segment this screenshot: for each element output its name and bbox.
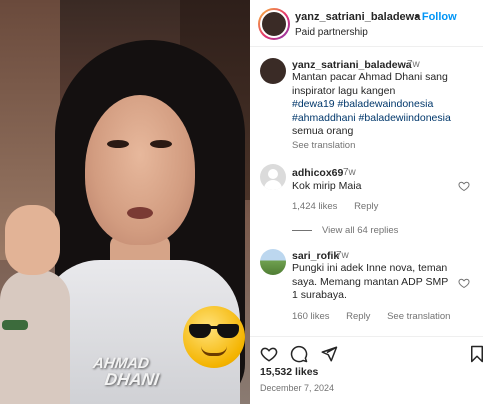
follow-separator: • <box>415 11 419 23</box>
person-eye-right <box>150 140 172 148</box>
comment-username[interactable]: sari_rofik <box>292 250 339 262</box>
bracelet <box>2 320 28 330</box>
follow-button[interactable]: • Follow <box>415 11 457 23</box>
comment-text: Pungki ini adek Inne nova, teman saya. M… <box>292 262 449 301</box>
person-eye-left <box>107 140 129 148</box>
comment-time: 7w <box>336 250 349 261</box>
watermark-line2: DHANI <box>103 370 161 389</box>
post-likes-count[interactable]: 15,532 likes <box>260 366 318 378</box>
comment-avatar[interactable] <box>260 249 286 275</box>
post-header: yanz_satriani_baladewa • Follow Paid part… <box>250 0 483 47</box>
post-detail-panel: yanz_satriani_baladewa • Follow Paid part… <box>250 0 483 404</box>
caption-body: Mantan pacar Ahmad Dhani sang inspirator… <box>292 71 448 97</box>
paid-partnership-label[interactable]: Paid partnership <box>295 27 368 38</box>
comment-meta: 160 likes Reply See translation <box>292 311 464 322</box>
comment-reply-button[interactable]: Reply <box>346 311 370 322</box>
comment-see-translation[interactable]: See translation <box>387 311 450 322</box>
share-icon[interactable] <box>320 345 338 363</box>
caption-hashtags-1[interactable]: #dewa19 #baladewaindonesia <box>292 98 477 112</box>
comment-avatar[interactable] <box>260 164 286 190</box>
caption-tail: semua orang <box>292 125 354 137</box>
divider-line <box>292 229 312 231</box>
comment-reply-button[interactable]: Reply <box>354 201 378 212</box>
channel-watermark: AHMAD DHANI <box>90 355 162 389</box>
comment-username[interactable]: adhicox69 <box>292 167 343 179</box>
post-media[interactable]: AHMAD DHANI <box>0 0 250 404</box>
person-hand <box>5 205 60 275</box>
follow-label: Follow <box>421 11 457 23</box>
caption-see-translation[interactable]: See translation <box>292 140 355 151</box>
post-date[interactable]: December 7, 2024 <box>260 383 334 393</box>
view-all-replies[interactable]: View all 64 replies <box>292 225 398 236</box>
person-arm <box>0 270 70 404</box>
comment-like-heart-icon[interactable] <box>458 277 470 289</box>
caption-time: 7w <box>407 59 420 70</box>
caption-username[interactable]: yanz_satriani_baladewa <box>292 59 412 71</box>
author-username[interactable]: yanz_satriani_baladewa <box>295 11 420 23</box>
comment-likes[interactable]: 160 likes <box>292 311 330 322</box>
bookmark-icon[interactable] <box>468 345 483 363</box>
comment-likes[interactable]: 1,424 likes <box>292 201 337 212</box>
comment-meta: 1,424 likes Reply <box>292 201 392 212</box>
heart-icon[interactable] <box>260 345 278 363</box>
sunglasses-emoji-icon <box>183 306 245 368</box>
caption-author-avatar[interactable] <box>260 58 286 84</box>
caption-text: Mantan pacar Ahmad Dhani sang inspirator… <box>292 71 477 139</box>
person-mouth <box>127 207 153 219</box>
view-all-label: View all 64 replies <box>322 225 399 236</box>
comment-like-heart-icon[interactable] <box>458 180 470 192</box>
person-face <box>85 95 195 245</box>
author-avatar[interactable] <box>258 8 290 40</box>
comment-icon[interactable] <box>290 345 308 363</box>
comment-time: 7w <box>343 167 356 178</box>
caption-hashtags-2[interactable]: #ahmaddhani #baladewiindonesia <box>292 112 477 126</box>
comment-text: Kok mirip Maia <box>292 180 362 192</box>
